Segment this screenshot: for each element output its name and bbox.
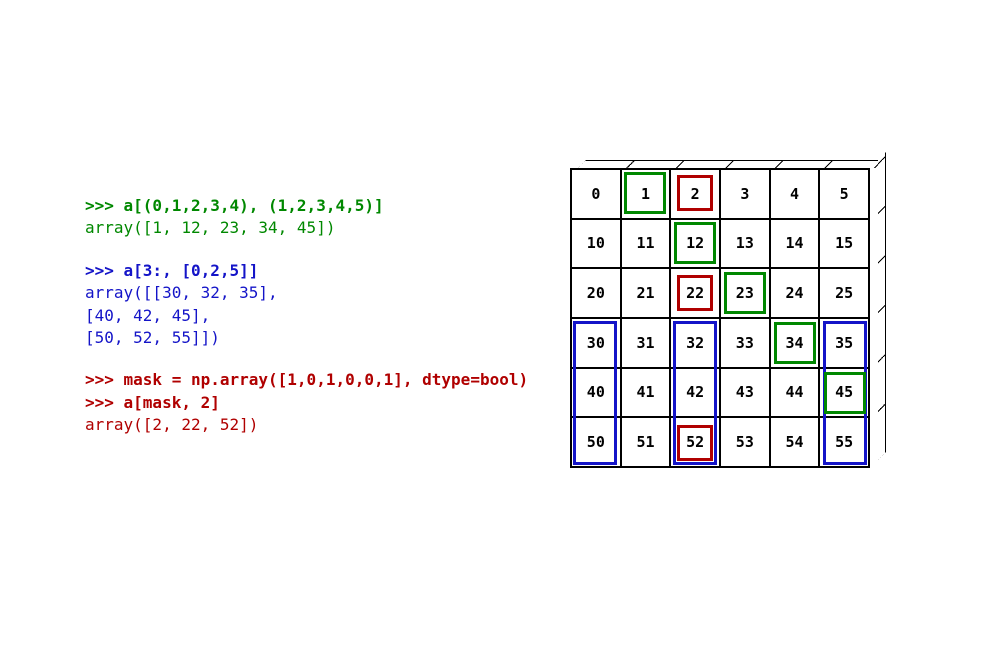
grid-cell: 5 [819,169,869,219]
grid-cell: 0 [571,169,621,219]
code-output: array([[30, 32, 35], [85,282,528,304]
grid-cell: 11 [621,219,671,269]
grid-cell: 14 [770,219,820,269]
grid-cell: 10 [571,219,621,269]
grid-cell: 50 [571,417,621,467]
grid-cell: 30 [571,318,621,368]
grid-cell: 22 [670,268,720,318]
grid-cell: 52 [670,417,720,467]
grid-cell: 45 [819,368,869,418]
code-prompt: >>> a[(0,1,2,3,4), (1,2,3,4,5)] [85,195,528,217]
grid-cell: 3 [720,169,770,219]
grid-cell: 1 [621,169,671,219]
code-prompt: >>> a[3:, [0,2,5]] [85,260,528,282]
grid-cell: 44 [770,368,820,418]
grid-cell: 32 [670,318,720,368]
depth-top-face [578,160,886,168]
array-diagram: 0123451011121314152021222324253031323334… [570,168,870,468]
code-block-1: >>> a[(0,1,2,3,4), (1,2,3,4,5)] array([1… [85,195,528,240]
grid-cell: 13 [720,219,770,269]
grid-cell: 4 [770,169,820,219]
grid-cell: 12 [670,219,720,269]
grid-cell: 31 [621,318,671,368]
array-grid: 0123451011121314152021222324253031323334… [570,168,870,468]
grid-cell: 53 [720,417,770,467]
grid-cell: 55 [819,417,869,467]
grid-cell: 34 [770,318,820,368]
grid-cell: 42 [670,368,720,418]
grid-cell: 25 [819,268,869,318]
depth-right-face [878,152,886,460]
code-output: [50, 52, 55]]) [85,327,528,349]
code-output: [40, 42, 45], [85,305,528,327]
code-output: array([1, 12, 23, 34, 45]) [85,217,528,239]
grid-cell: 15 [819,219,869,269]
code-block-3: >>> mask = np.array([1,0,1,0,0,1], dtype… [85,369,528,436]
grid-cell: 21 [621,268,671,318]
grid-cell: 23 [720,268,770,318]
grid-cell: 20 [571,268,621,318]
grid-cell: 2 [670,169,720,219]
grid-cell: 41 [621,368,671,418]
code-prompt: >>> a[mask, 2] [85,392,528,414]
grid-cell: 43 [720,368,770,418]
grid-cell: 51 [621,417,671,467]
grid-cell: 33 [720,318,770,368]
code-block-2: >>> a[3:, [0,2,5]] array([[30, 32, 35], … [85,260,528,350]
grid-cell: 54 [770,417,820,467]
code-output: array([2, 22, 52]) [85,414,528,436]
grid-cell: 40 [571,368,621,418]
code-panel: >>> a[(0,1,2,3,4), (1,2,3,4,5)] array([1… [85,195,528,457]
code-prompt: >>> mask = np.array([1,0,1,0,0,1], dtype… [85,369,528,391]
grid-cell: 35 [819,318,869,368]
grid-cell: 24 [770,268,820,318]
